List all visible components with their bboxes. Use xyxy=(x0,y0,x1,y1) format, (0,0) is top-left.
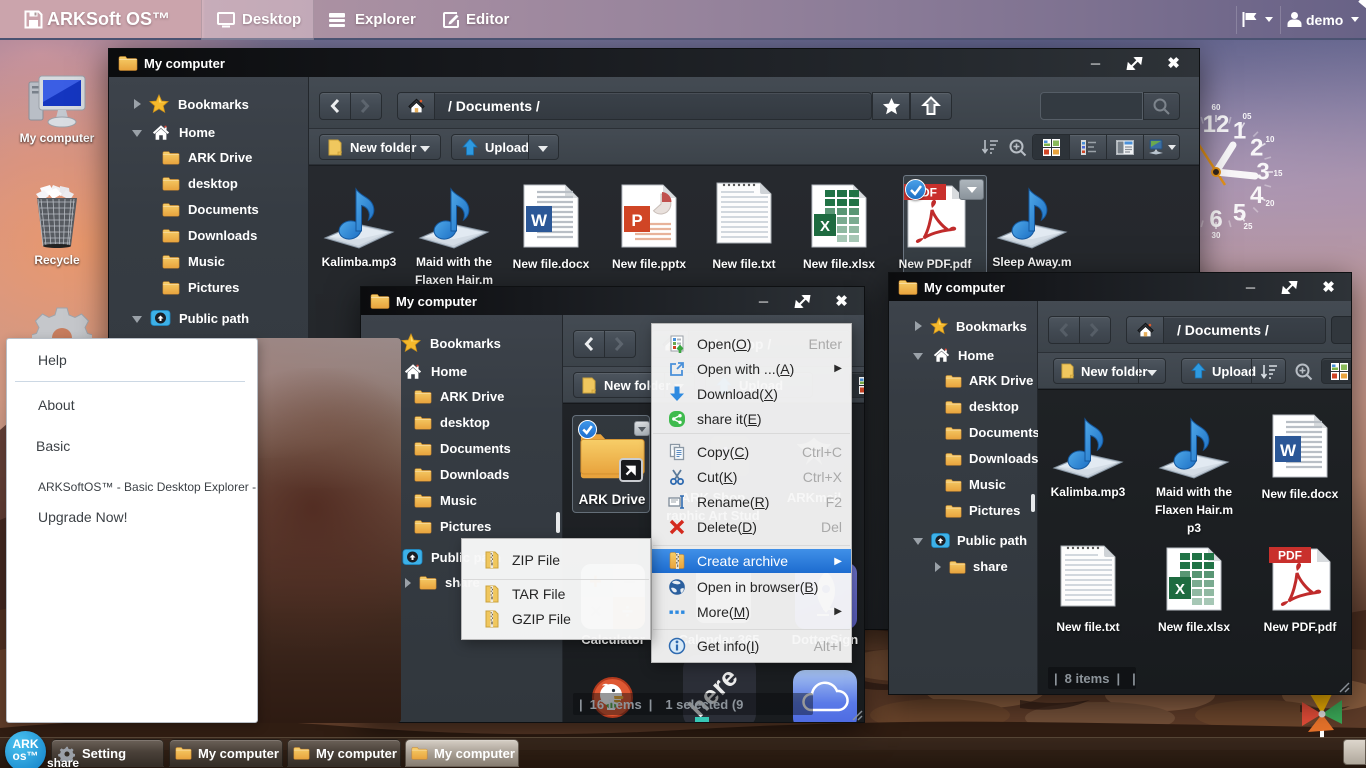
svg-text:20: 20 xyxy=(1266,199,1275,208)
svg-text:15: 15 xyxy=(1274,169,1283,178)
svg-text:6: 6 xyxy=(1209,206,1222,233)
svg-text:4: 4 xyxy=(1250,182,1264,209)
svg-text:12: 12 xyxy=(1203,111,1230,138)
svg-text:10: 10 xyxy=(1266,135,1275,144)
svg-text:5: 5 xyxy=(1233,200,1246,227)
svg-text:1: 1 xyxy=(1233,118,1246,145)
